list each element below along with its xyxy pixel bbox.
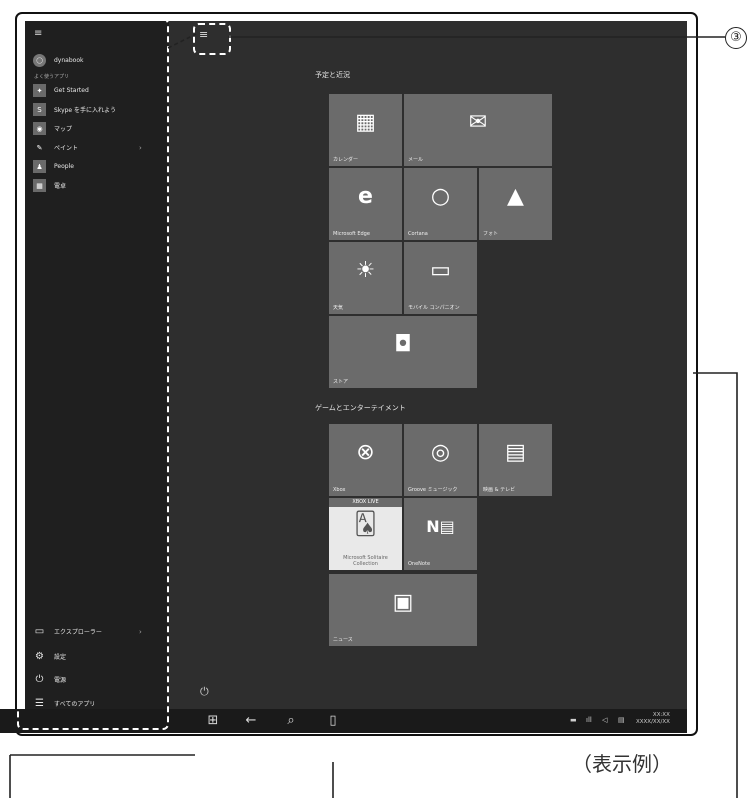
callout-number-3: ③ — [725, 27, 747, 49]
callout-lines — [9, 33, 738, 798]
display-example-caption: （表示例） — [572, 752, 672, 776]
